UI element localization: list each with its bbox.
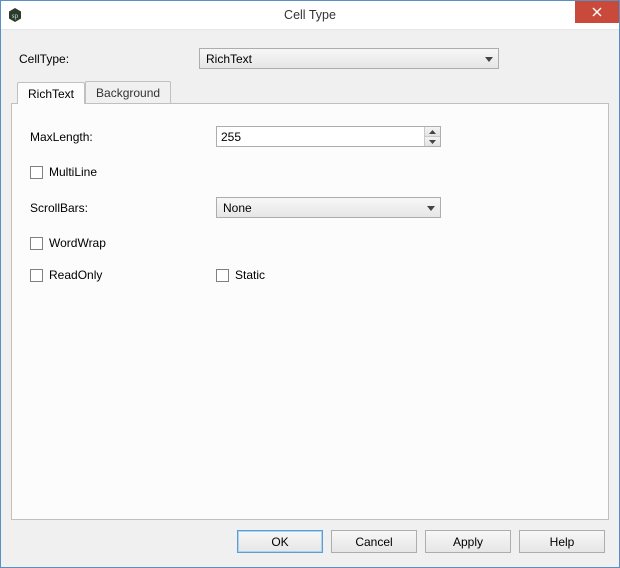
multiline-checkbox[interactable] xyxy=(30,166,43,179)
multiline-label: MultiLine xyxy=(49,165,97,179)
help-button[interactable]: Help xyxy=(519,530,605,553)
readonly-label: ReadOnly xyxy=(49,268,102,282)
spinner-up-button[interactable] xyxy=(425,127,440,136)
apply-button[interactable]: Apply xyxy=(425,530,511,553)
close-button[interactable] xyxy=(575,1,619,23)
scrollbars-combo-value: None xyxy=(223,201,252,215)
readonly-static-row: ReadOnly Static xyxy=(26,268,594,282)
tab-strip: RichText Background xyxy=(17,81,609,103)
dialog-window: sp Cell Type CellType: RichText RichText… xyxy=(0,0,620,568)
cancel-button[interactable]: Cancel xyxy=(331,530,417,553)
multiline-row: MultiLine xyxy=(26,165,594,179)
caret-down-icon xyxy=(429,140,436,144)
spinner-down-button[interactable] xyxy=(425,136,440,146)
celltype-row: CellType: RichText xyxy=(19,48,605,69)
celltype-combo[interactable]: RichText xyxy=(199,48,499,69)
maxlength-row: MaxLength: xyxy=(26,126,594,147)
window-title: Cell Type xyxy=(1,8,619,22)
chevron-down-icon xyxy=(427,201,435,215)
ok-button[interactable]: OK xyxy=(237,530,323,553)
maxlength-label: MaxLength: xyxy=(26,130,216,144)
tab-background[interactable]: Background xyxy=(85,81,171,103)
spinner-buttons xyxy=(424,127,440,146)
tab-richtext[interactable]: RichText xyxy=(17,82,85,104)
maxlength-spinner xyxy=(216,126,441,147)
tab-panel-richtext: MaxLength: MultiLine xyxy=(11,103,609,520)
chevron-down-icon xyxy=(485,52,493,66)
close-icon xyxy=(592,7,602,17)
scrollbars-combo[interactable]: None xyxy=(216,197,441,218)
dialog-buttons: OK Cancel Apply Help xyxy=(11,520,609,557)
celltype-combo-value: RichText xyxy=(206,52,252,66)
readonly-checkbox[interactable] xyxy=(30,269,43,282)
caret-up-icon xyxy=(429,130,436,134)
static-label: Static xyxy=(235,268,265,282)
app-icon: sp xyxy=(7,7,23,23)
dialog-body: CellType: RichText RichText Background M… xyxy=(1,30,619,567)
wordwrap-row: WordWrap xyxy=(26,236,594,250)
wordwrap-label: WordWrap xyxy=(49,236,106,250)
static-checkbox[interactable] xyxy=(216,269,229,282)
scrollbars-label: ScrollBars: xyxy=(26,201,216,215)
maxlength-input[interactable] xyxy=(217,127,424,146)
celltype-label: CellType: xyxy=(19,52,199,66)
wordwrap-checkbox[interactable] xyxy=(30,237,43,250)
title-bar: sp Cell Type xyxy=(1,1,619,30)
svg-text:sp: sp xyxy=(12,12,19,20)
scrollbars-row: ScrollBars: None xyxy=(26,197,594,218)
